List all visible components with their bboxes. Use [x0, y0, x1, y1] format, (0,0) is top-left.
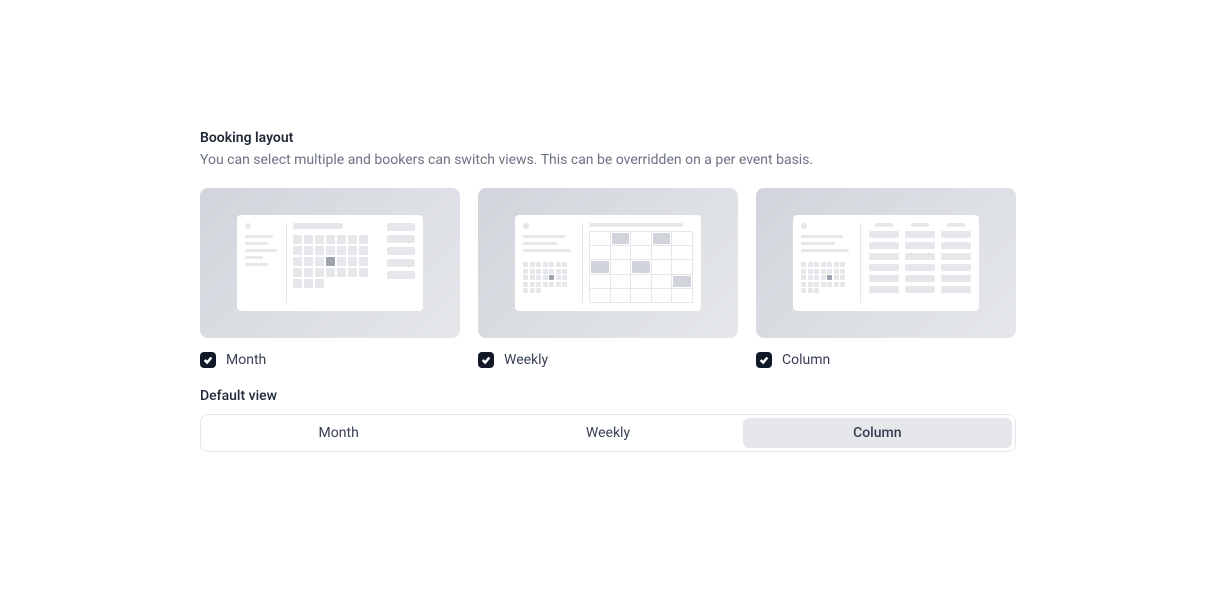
checkbox-row-column: Column	[756, 352, 1016, 368]
week-grid-icon	[583, 223, 693, 303]
checkbox-row-month: Month	[200, 352, 460, 368]
checkbox-label-month[interactable]: Month	[226, 352, 266, 368]
layout-preview-weekly[interactable]	[478, 188, 738, 338]
checkbox-label-weekly[interactable]: Weekly	[504, 352, 548, 368]
layout-card-column: Column	[756, 188, 1016, 368]
layout-card-weekly: Weekly	[478, 188, 738, 368]
section-title: Booking layout	[200, 130, 1016, 146]
preview-sidebar	[523, 223, 583, 303]
checkbox-month[interactable]	[200, 352, 216, 368]
time-slots-icon	[383, 223, 415, 303]
check-icon	[203, 355, 213, 365]
checkbox-weekly[interactable]	[478, 352, 494, 368]
layout-card-month: Month	[200, 188, 460, 368]
preview-window	[515, 215, 701, 311]
default-view-label: Default view	[200, 388, 1016, 404]
layout-options-group: Month	[200, 188, 1016, 368]
layout-preview-column[interactable]	[756, 188, 1016, 338]
check-icon	[759, 355, 769, 365]
month-grid-icon	[287, 223, 383, 303]
default-view-segmented: Month Weekly Column	[200, 414, 1016, 452]
section-description: You can select multiple and bookers can …	[200, 152, 1016, 168]
booking-layout-section: Booking layout You can select multiple a…	[200, 130, 1016, 452]
preview-window	[237, 215, 423, 311]
checkbox-label-column[interactable]: Column	[782, 352, 830, 368]
preview-sidebar	[801, 223, 861, 303]
layout-preview-month[interactable]	[200, 188, 460, 338]
preview-window	[793, 215, 979, 311]
segment-column[interactable]: Column	[743, 418, 1012, 448]
segment-weekly[interactable]: Weekly	[473, 418, 742, 448]
preview-sidebar	[245, 223, 287, 303]
checkbox-column[interactable]	[756, 352, 772, 368]
check-icon	[481, 355, 491, 365]
segment-month[interactable]: Month	[204, 418, 473, 448]
column-grid-icon	[861, 223, 971, 303]
checkbox-row-weekly: Weekly	[478, 352, 738, 368]
